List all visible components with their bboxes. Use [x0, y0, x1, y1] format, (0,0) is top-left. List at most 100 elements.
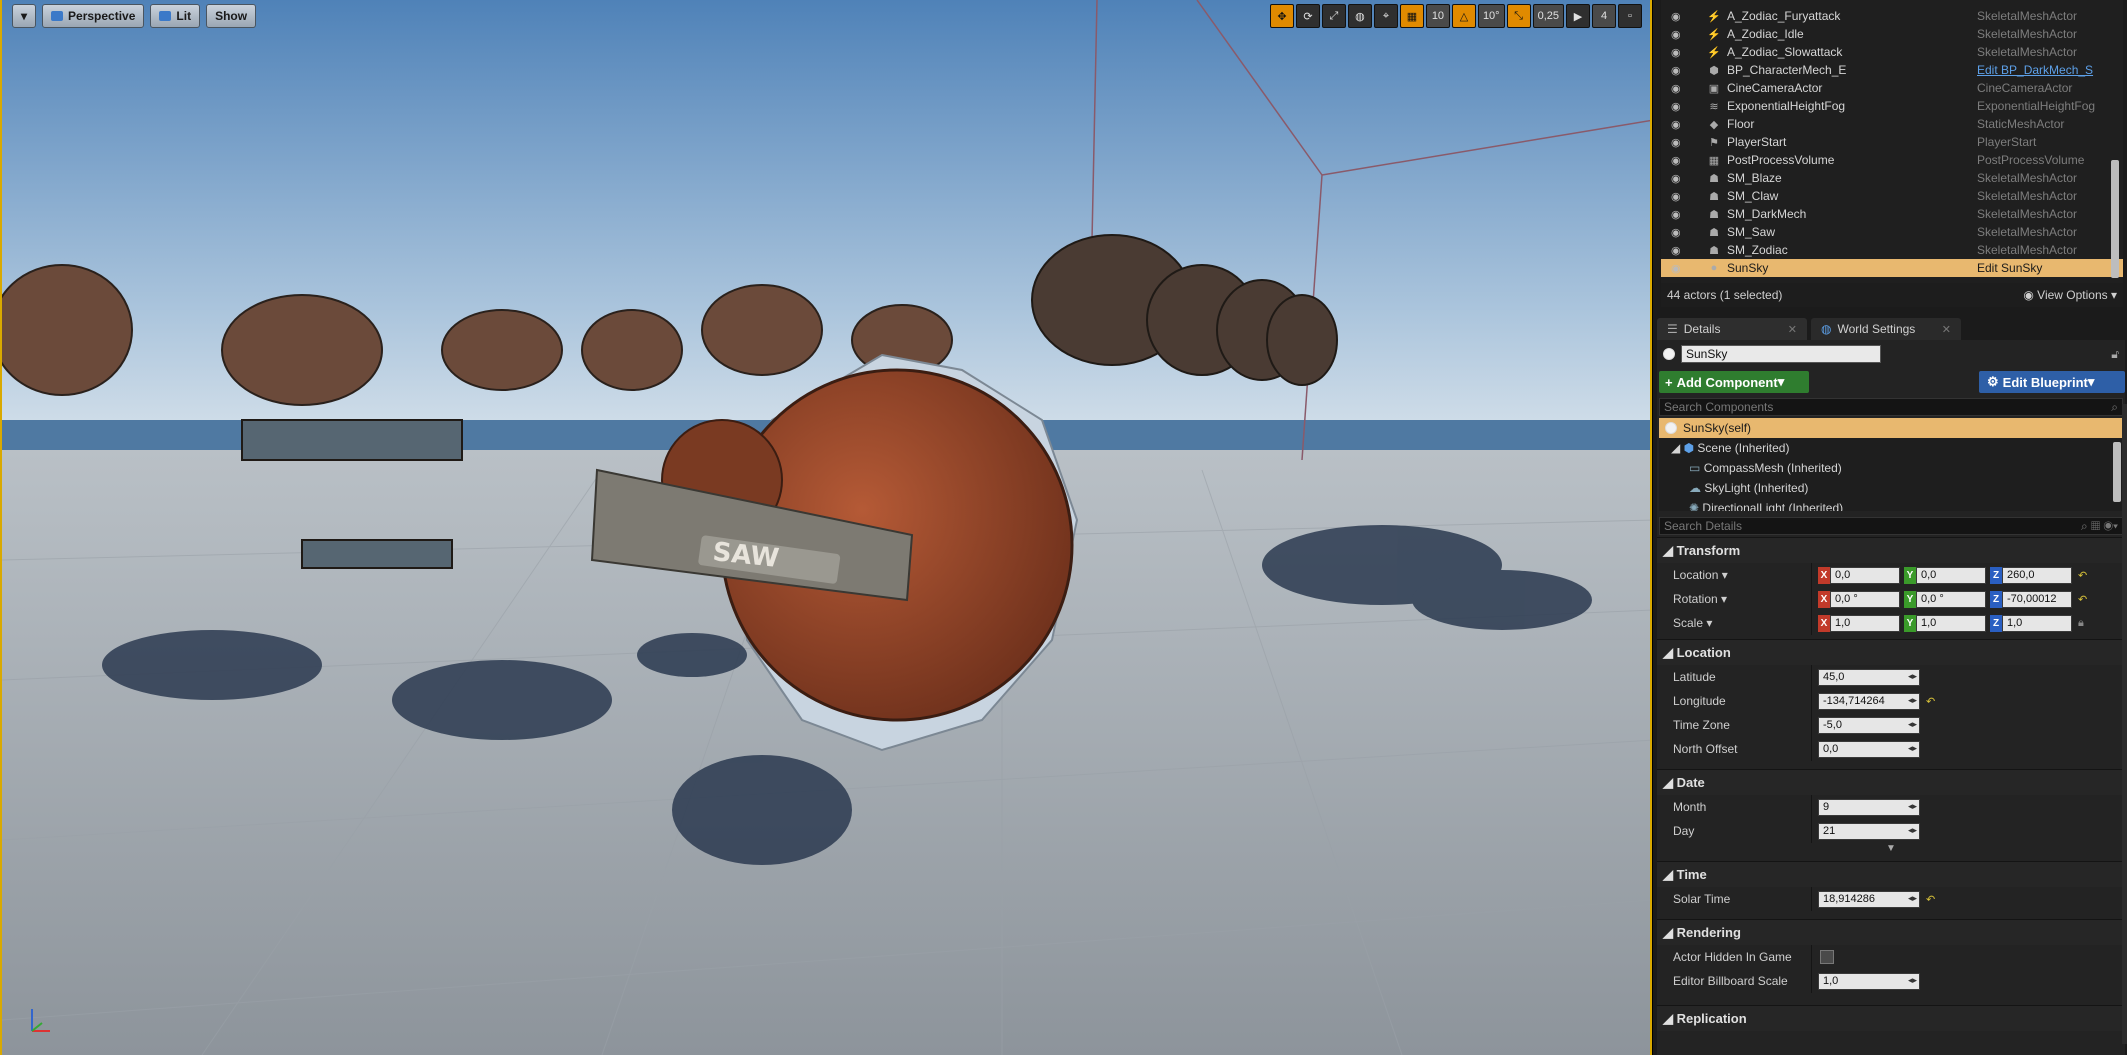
visibility-eye-icon[interactable]: ◉ [1671, 262, 1685, 275]
visibility-eye-icon[interactable]: ◉ [1671, 100, 1685, 113]
prop-scale-label[interactable]: Scale [1673, 616, 1703, 630]
longitude-field[interactable]: -134,714264 ◂▸ [1818, 692, 1920, 710]
location-x-field[interactable]: 0,0 [1830, 566, 1900, 584]
outliner-row[interactable]: ◉ ⚑ PlayerStart PlayerStart [1661, 133, 2123, 151]
add-component-button[interactable]: + Add Component ▾ [1659, 371, 1809, 393]
level-viewport[interactable]: SAW ▾ Perspective Lit Show ✥ ⟳ ⤢ ◍ ⌖ ▦ 1… [0, 0, 1652, 1055]
translate-icon[interactable]: ✥ [1269, 4, 1294, 28]
component-self[interactable]: SunSky(self) [1659, 418, 2123, 438]
day-field[interactable]: 21 ◂▸ [1818, 822, 1920, 840]
outliner-row[interactable]: ◉ ☗ SM_Zodiac SkeletalMeshActor [1661, 241, 2123, 259]
section-date[interactable]: ◢ Date [1657, 769, 2125, 795]
visibility-eye-icon[interactable]: ◉ [1671, 64, 1685, 77]
solar-time-field[interactable]: 18,914286 ◂▸ [1818, 890, 1920, 908]
section-replication[interactable]: ◢ Replication [1657, 1005, 2125, 1031]
outliner-row[interactable]: ◉ ⬢ BP_CharacterMech_E Edit BP_DarkMech_S [1661, 61, 2123, 79]
billboard-scale-field[interactable]: 1,0 ◂▸ [1818, 972, 1920, 990]
details-scrollbar[interactable] [2122, 404, 2127, 1044]
tab-world-settings[interactable]: ◍ World Settings ✕ [1811, 318, 1961, 340]
reset-icon[interactable]: ↶ [2078, 593, 2087, 606]
outliner-row[interactable]: ◉ ⚡ A_Zodiac_Furyattack SkeletalMeshActor [1661, 7, 2123, 25]
scale-y-field[interactable]: 1,0 [1916, 614, 1986, 632]
view-options-button[interactable]: ◉ View Options ▾ [2023, 288, 2117, 302]
camera-speed-value[interactable]: 4 [1592, 4, 1616, 28]
scale-snap-icon[interactable]: ⤡ [1506, 4, 1531, 28]
rotate-icon[interactable]: ⟳ [1295, 4, 1320, 28]
outliner-row[interactable]: ◉ ▣ CineCameraActor CineCameraActor [1661, 79, 2123, 97]
rotation-x-field[interactable]: 0,0 ° [1830, 590, 1900, 608]
section-location[interactable]: ◢ Location [1657, 639, 2125, 665]
search-details-input[interactable]: Search Details ⌕ ▦ ◉▾ [1659, 517, 2123, 535]
outliner-edit-link[interactable]: Edit BP_DarkMech_S [1977, 63, 2093, 77]
grid-snap-icon[interactable]: ▦ [1399, 4, 1424, 28]
outliner-scrollbar[interactable] [2111, 160, 2119, 278]
reset-icon[interactable]: ↶ [1926, 695, 1935, 708]
visibility-eye-icon[interactable]: ◉ [1671, 118, 1685, 131]
outliner-row[interactable]: ◉ ● SunSky Edit SunSky [1661, 259, 2123, 277]
month-field[interactable]: 9 ◂▸ [1818, 798, 1920, 816]
grid-snap-value[interactable]: 10 [1425, 4, 1450, 28]
advanced-expand-icon[interactable]: ▼ [1657, 843, 2125, 855]
outliner-row[interactable]: ◉ ☗ SM_DarkMech SkeletalMeshActor [1661, 205, 2123, 223]
visibility-eye-icon[interactable]: ◉ [1671, 208, 1685, 221]
scale-x-field[interactable]: 1,0 [1830, 614, 1900, 632]
visibility-eye-icon[interactable]: ◉ [1671, 172, 1685, 185]
actor-name-input[interactable]: SunSky [1681, 345, 1881, 363]
reset-icon[interactable]: ↶ [1926, 893, 1935, 906]
surface-snap-icon[interactable]: ⌖ [1373, 4, 1398, 28]
world-outliner[interactable]: ◉ ⚡ A_Zodiac_Furyattack SkeletalMeshActor ◉ ⚡… [1661, 0, 2123, 283]
north-offset-field[interactable]: 0,0 ◂▸ [1818, 740, 1920, 758]
world-local-icon[interactable]: ◍ [1347, 4, 1372, 28]
actor-hidden-checkbox[interactable] [1820, 950, 1834, 964]
outliner-row[interactable]: ◉ ▦ PostProcessVolume PostProcessVolume [1661, 151, 2123, 169]
scale-z-field[interactable]: 1,0 [2002, 614, 2072, 632]
visibility-eye-icon[interactable]: ◉ [1671, 244, 1685, 257]
component-scene[interactable]: ◢ ⬢ Scene (Inherited) [1659, 438, 2123, 458]
visibility-eye-icon[interactable]: ◉ [1671, 190, 1685, 203]
outliner-row[interactable]: ◉ ☗ SM_Blaze SkeletalMeshActor [1661, 169, 2123, 187]
outliner-row[interactable]: ◉ ⚡ A_Zodiac_Idle SkeletalMeshActor [1661, 25, 2123, 43]
lit-button[interactable]: Lit [150, 4, 201, 28]
visibility-eye-icon[interactable]: ◉ [1671, 154, 1685, 167]
section-time[interactable]: ◢ Time [1657, 861, 2125, 887]
close-icon[interactable]: ✕ [1788, 323, 1797, 336]
tab-details[interactable]: ☰ Details ✕ [1657, 318, 1807, 340]
outliner-row[interactable]: ◉ ◆ Floor StaticMeshActor [1661, 115, 2123, 133]
edit-blueprint-button[interactable]: ⚙ Edit Blueprint ▾ [1979, 371, 2125, 393]
location-y-field[interactable]: 0,0 [1916, 566, 1986, 584]
reset-icon[interactable]: ↶ [2078, 569, 2087, 582]
rotation-snap-value[interactable]: 10° [1477, 4, 1505, 28]
search-components-input[interactable]: Search Components ⌕ [1659, 398, 2123, 416]
component-scrollbar[interactable] [2113, 442, 2121, 502]
show-button[interactable]: Show [206, 4, 257, 28]
visibility-eye-icon[interactable]: ◉ [1671, 10, 1685, 23]
rotation-z-field[interactable]: -70,00012 [2002, 590, 2072, 608]
component-skylight[interactable]: ☁ SkyLight (Inherited) [1659, 478, 2123, 498]
section-rendering[interactable]: ◢ Rendering [1657, 919, 2125, 945]
outliner-row[interactable]: ◉ ⚡ A_Zodiac_Slowattack SkeletalMeshActor [1661, 43, 2123, 61]
maximize-icon[interactable]: ▫ [1618, 4, 1642, 28]
visibility-eye-icon[interactable]: ◉ [1671, 28, 1685, 41]
component-directional[interactable]: ✺ DirectionalLight (Inherited) [1659, 498, 2123, 511]
latitude-field[interactable]: 45,0 ◂▸ [1818, 668, 1920, 686]
outliner-edit-link[interactable]: Edit SunSky [1977, 261, 2042, 275]
location-z-field[interactable]: 260,0 [2002, 566, 2072, 584]
scene-render[interactable]: SAW [2, 0, 1652, 1055]
rotation-snap-icon[interactable]: △ [1451, 4, 1476, 28]
visibility-eye-icon[interactable]: ◉ [1671, 82, 1685, 95]
prop-location-label[interactable]: Location [1673, 568, 1718, 582]
outliner-row[interactable]: ◉ ☗ SM_Saw SkeletalMeshActor [1661, 223, 2123, 241]
close-icon[interactable]: ✕ [1942, 323, 1951, 336]
scale-snap-value[interactable]: 0,25 [1532, 4, 1564, 28]
visibility-eye-icon[interactable]: ◉ [1671, 136, 1685, 149]
visibility-eye-icon[interactable]: ◉ [1671, 46, 1685, 59]
prop-rotation-label[interactable]: Rotation [1673, 592, 1718, 606]
outliner-row[interactable]: ◉ ☗ SM_Claw SkeletalMeshActor [1661, 187, 2123, 205]
visibility-eye-icon[interactable]: ◉ [1671, 226, 1685, 239]
viewport-menu-button[interactable]: ▾ [12, 4, 37, 28]
scale-icon[interactable]: ⤢ [1321, 4, 1346, 28]
camera-speed-icon[interactable]: ▶ [1566, 4, 1590, 28]
perspective-button[interactable]: Perspective [42, 4, 145, 28]
lock-icon[interactable]: 🔒︎ [2078, 617, 2084, 630]
lock-icon[interactable]: 🔓︎ [2111, 347, 2119, 362]
